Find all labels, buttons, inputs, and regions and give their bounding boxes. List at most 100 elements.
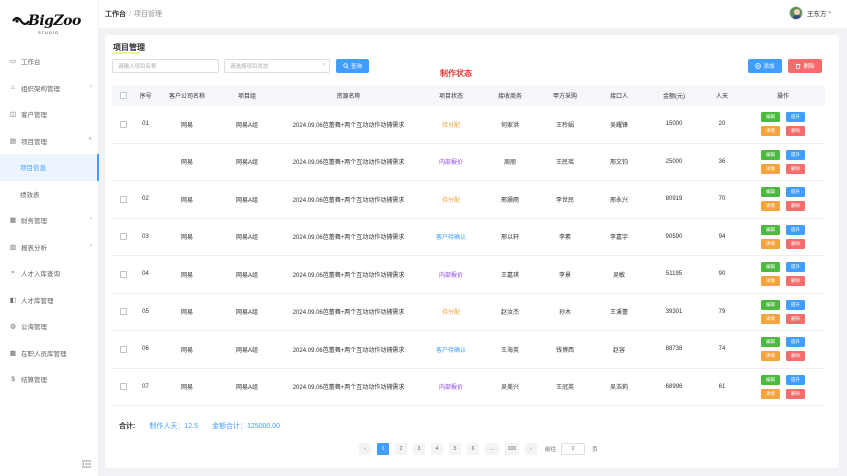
detail-button[interactable]: 详情 [761,276,780,287]
project-name-input[interactable]: 请输入项目名称 [112,59,219,73]
breadcrumb-home[interactable]: 工作台 [105,11,126,18]
edit-button[interactable]: 编辑 [761,299,780,310]
bulk-delete-button[interactable]: 删除 [788,59,822,73]
row-checkbox-cell[interactable] [112,233,134,241]
cell-receiver: 邢以轩 [500,235,519,242]
delete-row-button[interactable]: 删除 [786,238,805,249]
page-button[interactable]: 2 [395,443,407,455]
sidebar-item[interactable]: ◧ 人才库管理 [0,287,99,314]
checkbox-box[interactable] [119,92,127,99]
chevron-right-icon: › [323,62,325,68]
upgrade-button[interactable]: 提升 [786,187,805,198]
query-button[interactable]: 查询 [336,59,369,73]
sidebar-item[interactable]: ◍ 公海管理 [0,313,99,340]
sidebar-item[interactable]: ▭ 工作台 [0,48,99,75]
user-menu[interactable]: 王东方 ▾ [788,6,831,20]
cell-company: 网易 [180,310,193,317]
row-checkbox[interactable] [119,270,127,278]
detail-button[interactable]: 详情 [761,201,780,212]
row-actions: 编辑 提升 详情 删除 [742,337,824,362]
col-header-no: 序号 [139,94,152,100]
delete-row-button[interactable]: 删除 [786,313,805,324]
sidebar-item[interactable]: ◫ 客户管理 [0,101,99,128]
cell-amount: 68996 [665,383,683,390]
detail-button[interactable]: 详情 [761,126,780,137]
select-all-checkbox[interactable] [112,92,134,99]
sidebar-item[interactable]: $ 结算管理 [0,366,99,393]
row-checkbox[interactable] [119,195,127,203]
row-checkbox-cell[interactable] [112,308,134,316]
page-button[interactable]: 5 [449,443,461,455]
edit-button[interactable]: 编辑 [761,337,780,348]
upgrade-button[interactable]: 提升 [786,224,805,235]
upgrade-button[interactable]: 提升 [786,149,805,160]
row-checkbox[interactable] [119,308,127,316]
sidebar-item[interactable]: ⌕ 人才入库查询 [0,260,99,287]
next-page-button[interactable]: › [525,443,537,455]
delete-row-button[interactable]: 删除 [786,126,805,137]
upgrade-button[interactable]: 提升 [786,299,805,310]
detail-button[interactable]: 详情 [761,238,780,249]
project-status-select[interactable]: 请选择项目状态 › [224,59,330,73]
edit-button[interactable]: 编辑 [761,224,780,235]
delete-row-button[interactable]: 删除 [786,201,805,212]
upgrade-button[interactable]: 提升 [786,337,805,348]
logo-text: BigZoo [28,13,81,29]
page-button[interactable]: 1 [377,443,389,455]
sidebar-item-label: 组织架构管理 [21,85,60,93]
detail-button[interactable]: 详情 [761,313,780,324]
finance-icon: ▦ [9,217,17,225]
upgrade-button[interactable]: 提升 [786,374,805,385]
goto-page-input[interactable]: 2 [561,443,586,455]
cell-receiver: 王嘉琪 [500,272,519,279]
delete-row-button[interactable]: 删除 [786,388,805,399]
prev-page-button[interactable]: ‹ [359,443,371,455]
detail-button[interactable]: 详情 [761,351,780,362]
row-checkbox-cell[interactable] [112,270,134,278]
edit-button[interactable]: 编辑 [761,187,780,198]
edit-button[interactable]: 编辑 [761,112,780,123]
collapse-sidebar-icon[interactable] [82,460,91,468]
add-button[interactable]: 添加 [748,59,782,73]
row-actions: 编辑 提升 详情 删除 [742,187,824,212]
edit-button[interactable]: 编辑 [761,149,780,160]
page-button[interactable]: 3 [413,443,425,455]
sidebar-item-label: 客户管理 [21,112,47,120]
chevron-down-icon[interactable]: ▾ [828,10,831,16]
avatar[interactable] [788,6,803,20]
row-checkbox[interactable] [119,120,127,128]
cell-resource: 2024.09.06芭蕾舞+两个互动动作动捕需求 [292,235,405,242]
delete-row-button[interactable]: 删除 [786,351,805,362]
delete-row-button[interactable]: 删除 [786,276,805,287]
detail-button[interactable]: 详情 [761,163,780,174]
row-checkbox[interactable] [119,383,127,391]
edit-button[interactable]: 编辑 [761,374,780,385]
sidebar-item[interactable]: ▥ 报表分析 › [0,234,99,261]
dollar-icon: $ [11,375,15,383]
row-checkbox[interactable] [119,345,127,353]
sidebar-item[interactable]: 绩效表 [0,181,99,208]
row-checkbox-cell[interactable] [112,195,134,203]
sidebar-item[interactable]: ▤ 项目管理 ˄ [0,128,99,155]
sidebar-item[interactable]: ▩ 在职人员库管理 [0,340,99,367]
page-button[interactable]: 100 [505,443,519,455]
page-button[interactable]: 4 [431,443,443,455]
row-checkbox-cell[interactable] [112,383,134,391]
row-checkbox-cell[interactable] [112,120,134,128]
sidebar-item[interactable]: 项目信息 [0,154,99,181]
upgrade-button[interactable]: 提升 [786,262,805,273]
page-button[interactable]: ... [485,443,499,455]
row-checkbox-cell[interactable] [112,345,134,353]
row-checkbox[interactable] [119,233,127,241]
edit-button[interactable]: 编辑 [761,262,780,273]
page-button[interactable]: 6 [467,443,479,455]
delete-row-button[interactable]: 删除 [786,163,805,174]
sidebar-item[interactable]: ⌂ 组织架构管理 › [0,75,99,102]
upgrade-button[interactable]: 提升 [786,112,805,123]
row-actions: 编辑 提升 详情 删除 [742,112,824,137]
table-row: 07 网易 网易A组 2024.09.06芭蕾舞+两个互动动作动捕需求 内部报价 吴美兴 王… [112,369,825,406]
sidebar-item[interactable]: ▦ 财务管理 › [0,207,99,234]
user-name[interactable]: 王东方 [807,8,827,18]
summary-bar: 合计: 制作人天：12.5 金额合计：125000.00 [119,421,294,431]
detail-button[interactable]: 详情 [761,388,780,399]
